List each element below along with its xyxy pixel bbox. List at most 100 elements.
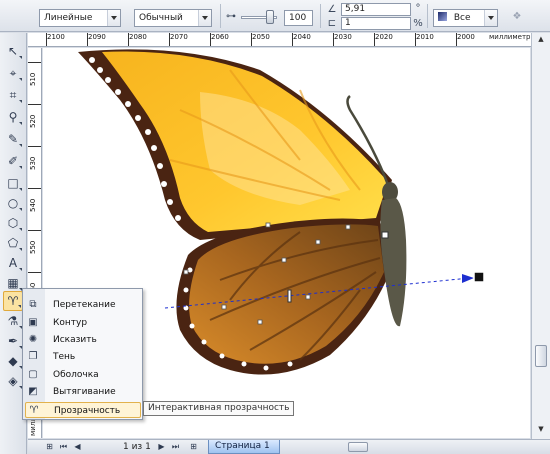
border-icon: ⊏ (327, 18, 337, 29)
page-navigator: ⊞ ⏮ ◀ 1 из 1 ▶ ⏭ ⊞ Страница 1 (28, 439, 550, 454)
horizontal-scroll-thumb[interactable] (348, 442, 368, 452)
ruler-tick-label: 510 (29, 72, 37, 86)
ruler-tick: 2090 (87, 33, 106, 46)
ruler-tick: 2050 (251, 33, 270, 46)
merge-mode-select[interactable]: Обычный (134, 9, 212, 27)
vertical-scrollbar[interactable]: ▲ ▼ (531, 33, 550, 439)
angle-input[interactable]: 5,91 (341, 3, 411, 16)
distort-icon: ✺ (28, 334, 38, 345)
menu-item-contour[interactable]: ▣ Контур (25, 315, 141, 331)
scroll-thumb[interactable] (535, 345, 547, 367)
separator (220, 4, 221, 28)
menu-item-label: Оболочка (53, 370, 99, 380)
last-page-icon[interactable]: ⏭ (170, 441, 181, 453)
border-input[interactable]: 1 (341, 17, 411, 30)
ruler-tick-label: 520 (29, 114, 37, 128)
menu-item-label: Перетекание (53, 300, 116, 310)
menu-item-label: Вытягивание (53, 387, 116, 397)
transparency-type-value: Линейные (44, 13, 93, 23)
outline-tool-icon[interactable]: ✒ (3, 331, 23, 351)
zoom-tool-icon[interactable]: ⚲ (3, 107, 23, 127)
envelope-icon: ▢ (28, 369, 38, 380)
ruler-units: миллиметры (489, 33, 536, 41)
blend-icon: ⧉ (29, 299, 37, 310)
contour-icon: ▣ (28, 317, 38, 328)
add-page-end-icon[interactable]: ⊞ (188, 441, 199, 453)
menu-item-transparency[interactable]: ♈ Прозрачность (25, 402, 141, 418)
midpoint-slider-thumb[interactable] (266, 10, 274, 24)
chevron-down-icon[interactable] (107, 10, 120, 26)
rectangle-tool-icon[interactable]: □ (3, 173, 23, 193)
transparency-type-select[interactable]: Линейные (39, 9, 121, 27)
fill-tool-icon[interactable]: ◆ (3, 351, 23, 371)
menu-item-drop-shadow[interactable]: ❐ Тень (25, 349, 141, 365)
crop-tool-icon[interactable]: ⌗ (3, 85, 23, 105)
ruler-tick: 2100 (46, 33, 65, 46)
menu-item-extrude[interactable]: ◩ Вытягивание (25, 384, 141, 400)
scroll-down-icon[interactable]: ▼ (535, 425, 547, 435)
menu-item-distort[interactable]: ✺ Исказить (25, 332, 141, 348)
angle-value: 5,91 (345, 4, 366, 14)
freehand-tool-icon[interactable]: ✎ (3, 129, 23, 149)
merge-mode-value: Обычный (139, 13, 183, 23)
ellipse-tool-icon[interactable]: ○ (3, 193, 23, 213)
effects-flyout-menu: ⧉ Перетекание ▣ Контур ✺ Исказить ❐ Тень… (22, 288, 143, 420)
table-tool-icon[interactable]: ▦ (3, 273, 23, 293)
ruler-tick: 2010 (415, 33, 434, 46)
transparency-tool-icon[interactable]: ♈ (3, 291, 23, 311)
polygon-tool-icon[interactable]: ⬡ (3, 213, 23, 233)
property-bar: Линейные Обычный ⊶ 100 ∠ 5,91 ⊏ 1 ° % Вс… (0, 0, 550, 32)
separator (427, 4, 428, 28)
horizontal-ruler[interactable]: 2100 2090 2080 2070 2060 2050 2040 2030 … (28, 33, 538, 47)
eyedropper-tool-icon[interactable]: ⚗ (3, 311, 23, 331)
midpoint-input[interactable]: 100 (284, 10, 313, 26)
border-value: 1 (345, 18, 351, 28)
ruler-tick: 2000 (456, 33, 475, 46)
angle-unit-icon: ° (415, 3, 421, 14)
add-page-icon[interactable]: ⊞ (44, 441, 55, 453)
ruler-tick: 2070 (169, 33, 188, 46)
apply-to-value: Все (453, 13, 471, 23)
transparency-icon: ♈ (29, 405, 39, 416)
ruler-tick: 2040 (292, 33, 311, 46)
vector-start-handle[interactable] (381, 231, 389, 239)
shape-tool-icon[interactable]: ⌖ (3, 63, 23, 83)
interactive-fill-icon[interactable]: ◈ (3, 371, 23, 391)
vector-midpoint-handle[interactable] (287, 289, 292, 303)
vector-end-handle[interactable] (473, 271, 485, 283)
menu-item-label: Прозрачность (54, 406, 121, 416)
midpoint-slider-icon: ⊶ (226, 11, 236, 22)
vector-arrowhead (462, 274, 474, 283)
page-count: 1 из 1 (123, 442, 151, 452)
menu-item-envelope[interactable]: ▢ Оболочка (25, 367, 141, 383)
ruler-tick-label: 550 (29, 240, 37, 254)
prev-page-icon[interactable]: ◀ (72, 441, 83, 453)
ruler-tick: 2030 (333, 33, 352, 46)
extrude-icon: ◩ (28, 386, 38, 397)
text-tool-icon[interactable]: A (3, 253, 23, 273)
pick-tool-icon[interactable]: ↖ (3, 41, 23, 61)
menu-item-label: Тень (53, 352, 76, 362)
drop-shadow-icon: ❐ (28, 351, 38, 362)
apply-to-select[interactable]: Все (433, 9, 498, 27)
separator (320, 4, 321, 28)
basic-shapes-icon[interactable]: ⬠ (3, 233, 23, 253)
border-unit: % (413, 18, 423, 29)
ruler-tick: 2060 (210, 33, 229, 46)
smart-fill-icon[interactable]: ✐ (3, 151, 23, 171)
first-page-icon[interactable]: ⏮ (58, 441, 69, 453)
tab-page-1[interactable]: Страница 1 (208, 440, 280, 454)
menu-item-label: Контур (53, 318, 88, 328)
angle-icon: ∠ (327, 4, 337, 15)
ruler-tick: 2020 (374, 33, 393, 46)
menu-item-label: Исказить (53, 335, 97, 345)
tooltip: Интерактивная прозрачность (143, 401, 295, 416)
midpoint-value: 100 (289, 13, 307, 23)
menu-item-blend[interactable]: ⧉ Перетекание (25, 297, 141, 313)
chevron-down-icon[interactable] (198, 10, 211, 26)
scroll-up-icon[interactable]: ▲ (535, 35, 547, 45)
freeze-icon[interactable]: ❖ (510, 10, 524, 24)
next-page-icon[interactable]: ▶ (156, 441, 167, 453)
chevron-down-icon[interactable] (484, 10, 497, 26)
ruler-tick-label: 540 (29, 198, 37, 212)
